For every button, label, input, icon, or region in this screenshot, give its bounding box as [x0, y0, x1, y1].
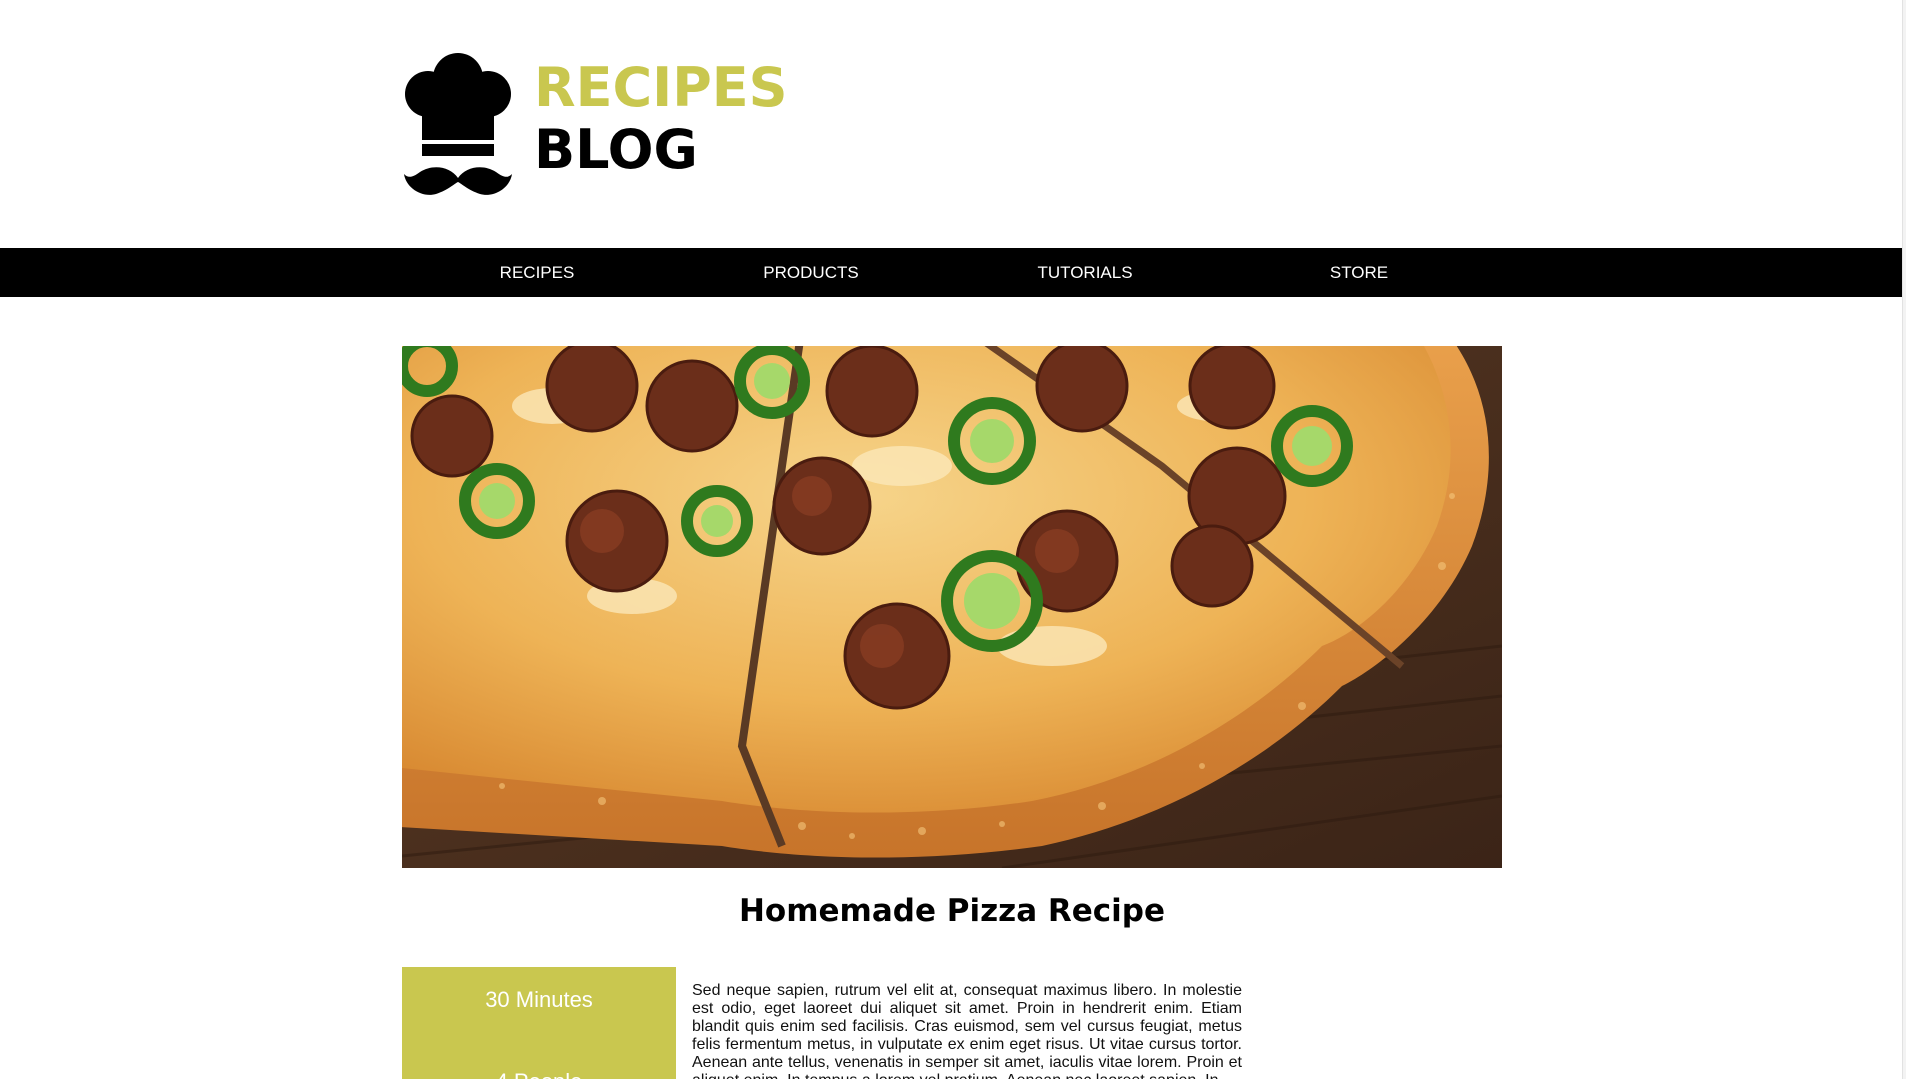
page: RECIPES BLOG RECIPES PRODUCTS TUTORIALS …	[0, 0, 1906, 1079]
nav-item-tutorials[interactable]: TUTORIALS	[985, 248, 1185, 297]
site-logo[interactable]: RECIPES BLOG	[402, 48, 788, 198]
hero-image	[402, 346, 1502, 868]
recipe-title: Homemade Pizza Recipe	[738, 893, 1166, 929]
nav-item-recipes[interactable]: RECIPES	[437, 248, 637, 297]
scrollbar[interactable]	[1902, 0, 1906, 1079]
servings: 4 People	[402, 1069, 676, 1079]
logo-text-blog: BLOG	[534, 118, 698, 181]
logo-text-recipes: RECIPES	[534, 56, 788, 119]
pizza-illustration	[402, 346, 1502, 868]
recipe-description: Sed neque sapien, rutrum vel elit at, co…	[692, 982, 1242, 1079]
recipe-info-box: 30 Minutes 4 People	[402, 967, 676, 1079]
nav-item-store[interactable]: STORE	[1259, 248, 1459, 297]
chef-hat-mustache-icon	[404, 53, 512, 195]
main-nav: RECIPES PRODUCTS TUTORIALS STORE	[0, 248, 1902, 297]
nav-item-products[interactable]: PRODUCTS	[711, 248, 911, 297]
cook-time: 30 Minutes	[485, 987, 593, 1012]
